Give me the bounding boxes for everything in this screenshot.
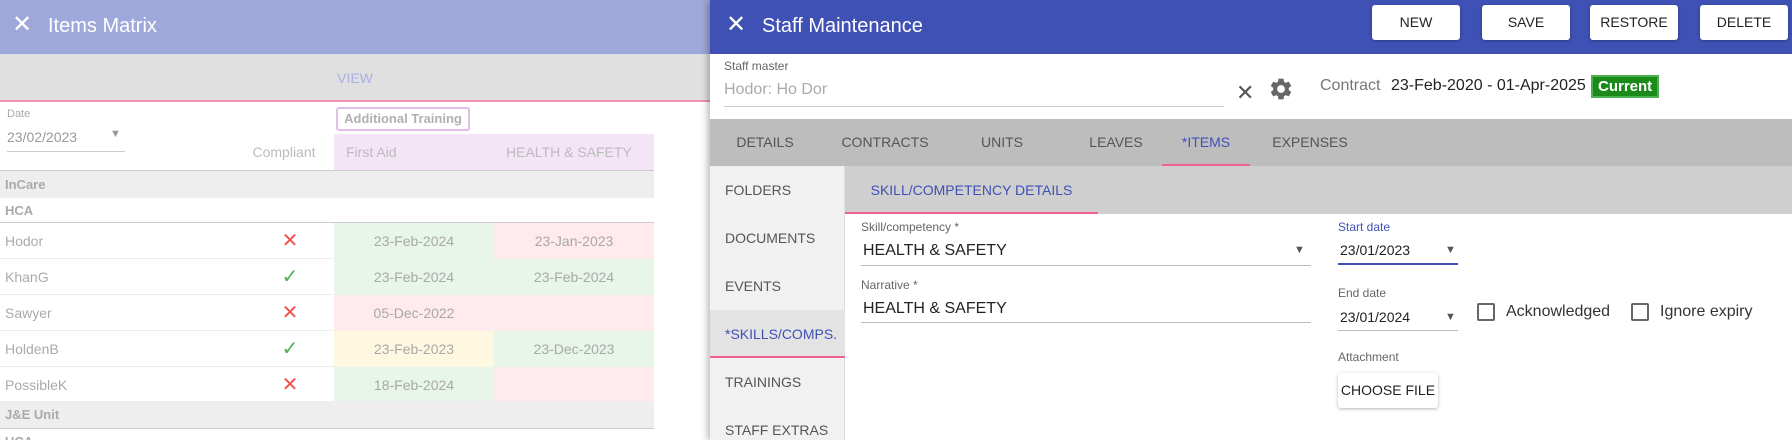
staff-maintenance-header: ✕ Staff Maintenance NEW SAVE RESTORE DEL… bbox=[710, 0, 1792, 54]
delete-button[interactable]: DELETE bbox=[1700, 5, 1788, 40]
contract-period: 23-Feb-2020 - 01-Apr-2025 bbox=[1391, 77, 1586, 94]
column-header-compliant: Compliant bbox=[252, 144, 316, 160]
date-label: Date bbox=[7, 108, 31, 120]
end-date-underline bbox=[1338, 330, 1458, 331]
ignore-expiry-label[interactable]: Ignore expiry bbox=[1660, 303, 1753, 321]
staff-maintenance-panel: ✕ Staff Maintenance NEW SAVE RESTORE DEL… bbox=[710, 0, 1792, 440]
staff-maintenance-title: Staff Maintenance bbox=[762, 15, 923, 37]
attachment-label: Attachment bbox=[1338, 350, 1399, 364]
close-icon[interactable]: ✕ bbox=[726, 10, 746, 40]
staff-name[interactable]: HoldenB bbox=[5, 331, 59, 367]
group-row-incare: InCare bbox=[0, 170, 654, 198]
tab-skill-competency-details[interactable]: SKILL/COMPETENCY DETAILS bbox=[845, 166, 1098, 214]
tab-expenses[interactable]: EXPENSES bbox=[1250, 119, 1370, 166]
status-badge: Current bbox=[1591, 75, 1660, 98]
side-nav-skills[interactable]: *SKILLS/COMPS. bbox=[710, 310, 845, 358]
chevron-down-icon[interactable]: ▼ bbox=[1445, 244, 1456, 256]
tab-leaves[interactable]: LEAVES bbox=[1054, 119, 1178, 166]
acknowledged-checkbox[interactable] bbox=[1477, 303, 1495, 321]
date-underline bbox=[7, 151, 125, 152]
staff-name[interactable]: KhanG bbox=[5, 259, 49, 295]
non-compliant-icon: ✕ bbox=[281, 302, 299, 324]
first-aid-cell[interactable]: 23-Feb-2024 bbox=[334, 223, 494, 259]
chevron-down-icon[interactable]: ▼ bbox=[110, 128, 121, 140]
column-group-label: Additional Training bbox=[336, 107, 470, 131]
tab-contracts[interactable]: CONTRACTS bbox=[820, 119, 950, 166]
items-matrix-title: Items Matrix bbox=[48, 15, 157, 37]
save-button[interactable]: SAVE bbox=[1482, 5, 1570, 40]
staff-name[interactable]: PossibleK bbox=[5, 367, 67, 403]
restore-button[interactable]: RESTORE bbox=[1590, 5, 1678, 40]
column-header-first-aid[interactable]: First Aid bbox=[334, 134, 494, 170]
close-icon[interactable]: ✕ bbox=[12, 10, 32, 40]
side-nav-folders[interactable]: FOLDERS bbox=[710, 166, 845, 214]
skill-underline bbox=[861, 265, 1311, 266]
staff-name[interactable]: Sawyer bbox=[5, 295, 52, 331]
main-tabs: DETAILS CONTRACTS UNITS LEAVES *ITEMS EX… bbox=[710, 119, 1792, 166]
contract-label: Contract bbox=[1320, 77, 1381, 94]
end-date-input[interactable]: 23/01/2024 bbox=[1340, 309, 1410, 325]
side-nav-staff-extras[interactable]: STAFF EXTRAS bbox=[710, 406, 845, 440]
acknowledged-label[interactable]: Acknowledged bbox=[1506, 303, 1610, 321]
clear-icon[interactable]: ✕ bbox=[1236, 80, 1254, 106]
first-aid-cell[interactable]: 23-Feb-2023 bbox=[334, 331, 494, 367]
health-safety-cell[interactable]: 23-Feb-2024 bbox=[494, 259, 654, 295]
compliant-check-icon: ✓ bbox=[281, 266, 299, 288]
group-row-je-unit: J&E Unit bbox=[0, 401, 654, 429]
side-nav: FOLDERS DOCUMENTS EVENTS *SKILLS/COMPS. … bbox=[710, 166, 845, 440]
first-aid-cell[interactable]: 18-Feb-2024 bbox=[334, 367, 494, 403]
chevron-down-icon[interactable]: ▼ bbox=[1445, 311, 1456, 323]
new-button[interactable]: NEW bbox=[1372, 5, 1460, 40]
gear-icon[interactable] bbox=[1268, 76, 1294, 102]
non-compliant-icon: ✕ bbox=[281, 230, 299, 252]
first-aid-cell[interactable]: 05-Dec-2022 bbox=[334, 295, 494, 331]
start-date-underline bbox=[1338, 263, 1458, 265]
narrative-input[interactable]: HEALTH & SAFETY bbox=[863, 300, 1007, 318]
table-row[interactable]: HoldenB ✓ 23-Feb-2023 23-Dec-2023 bbox=[0, 331, 654, 367]
items-matrix-panel: ✕ Items Matrix VIEW Date 23/02/2023 ▼ Ad… bbox=[0, 0, 710, 440]
side-nav-trainings[interactable]: TRAININGS bbox=[710, 358, 845, 406]
staff-master-input[interactable]: Hodor: Ho Dor bbox=[724, 81, 827, 99]
narrative-label: Narrative * bbox=[861, 278, 918, 292]
health-safety-cell[interactable] bbox=[494, 295, 654, 331]
group-row-uca: UCA bbox=[0, 432, 654, 440]
start-date-label: Start date bbox=[1338, 220, 1391, 234]
side-nav-events[interactable]: EVENTS bbox=[710, 262, 845, 310]
narrative-underline bbox=[861, 322, 1311, 323]
compliant-check-icon: ✓ bbox=[281, 338, 299, 360]
choose-file-button[interactable]: CHOOSE FILE bbox=[1338, 373, 1438, 408]
date-input[interactable]: 23/02/2023 bbox=[7, 129, 77, 145]
tab-units[interactable]: UNITS bbox=[950, 119, 1054, 166]
items-matrix-header: ✕ Items Matrix bbox=[0, 0, 710, 54]
first-aid-cell[interactable]: 23-Feb-2024 bbox=[334, 259, 494, 295]
tab-items[interactable]: *ITEMS bbox=[1162, 119, 1250, 166]
staff-master-label: Staff master bbox=[724, 59, 789, 73]
skill-select[interactable]: HEALTH & SAFETY bbox=[863, 242, 1007, 260]
health-safety-cell[interactable]: 23-Jan-2023 bbox=[494, 223, 654, 259]
table-row[interactable]: Hodor ✕ 23-Feb-2024 23-Jan-2023 bbox=[0, 223, 654, 259]
staff-name[interactable]: Hodor bbox=[5, 223, 43, 259]
side-nav-documents[interactable]: DOCUMENTS bbox=[710, 214, 845, 262]
chevron-down-icon[interactable]: ▼ bbox=[1294, 244, 1305, 256]
view-button[interactable]: VIEW bbox=[0, 54, 710, 102]
column-header-health-safety[interactable]: HEALTH & SAFETY bbox=[494, 134, 654, 170]
health-safety-cell[interactable] bbox=[494, 367, 654, 403]
skill-label: Skill/competency * bbox=[861, 220, 960, 234]
tab-details[interactable]: DETAILS bbox=[710, 119, 820, 166]
start-date-input[interactable]: 23/01/2023 bbox=[1340, 242, 1410, 258]
ignore-expiry-checkbox[interactable] bbox=[1631, 303, 1649, 321]
table-row[interactable]: Sawyer ✕ 05-Dec-2022 bbox=[0, 295, 654, 331]
end-date-label: End date bbox=[1338, 286, 1387, 300]
health-safety-cell[interactable]: 23-Dec-2023 bbox=[494, 331, 654, 367]
table-row[interactable]: KhanG ✓ 23-Feb-2024 23-Feb-2024 bbox=[0, 259, 654, 295]
non-compliant-icon: ✕ bbox=[281, 374, 299, 396]
group-row-hca: HCA bbox=[0, 198, 654, 223]
staff-master-underline bbox=[724, 106, 1224, 107]
sub-tabs: SKILL/COMPETENCY DETAILS bbox=[845, 166, 1792, 214]
table-row[interactable]: PossibleK ✕ 18-Feb-2024 bbox=[0, 367, 654, 403]
